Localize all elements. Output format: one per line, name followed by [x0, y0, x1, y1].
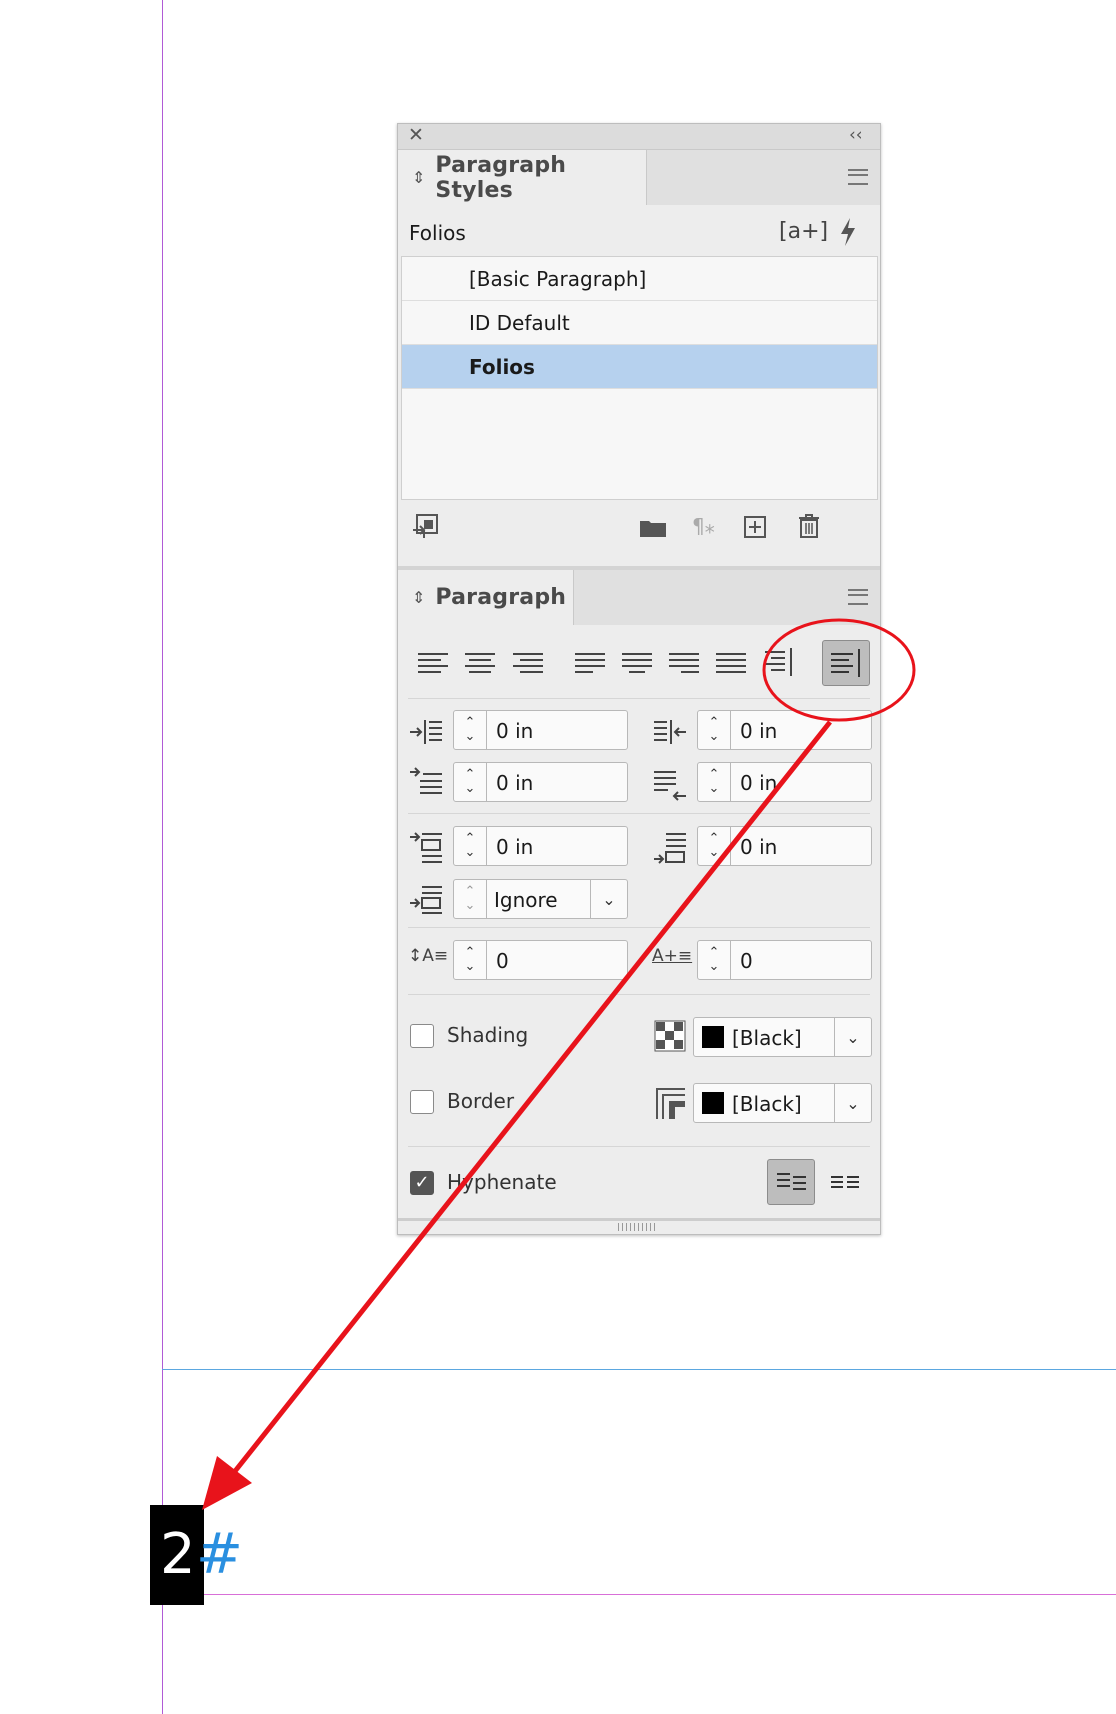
highlight-circle — [762, 618, 916, 722]
annotation-arrow-head — [202, 1456, 252, 1510]
annotation-arrow-line — [226, 720, 832, 1482]
annotation-overlay — [202, 618, 916, 1510]
